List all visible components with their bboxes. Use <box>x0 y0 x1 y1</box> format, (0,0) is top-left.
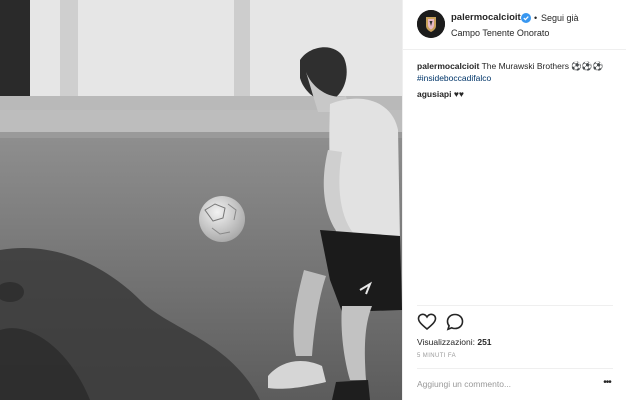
divider <box>417 305 613 306</box>
separator-dot: • <box>534 13 538 23</box>
post-caption: palermocalcioit The Murawski Brothers ⚽⚽… <box>417 60 617 84</box>
add-comment-input[interactable]: Aggiungi un commento... <box>417 378 587 390</box>
avatar[interactable] <box>417 10 445 38</box>
caption-emoji: ⚽⚽⚽ <box>571 61 604 71</box>
heart-icon[interactable] <box>417 312 437 332</box>
comment-text: ♥♥ <box>453 89 464 99</box>
comment-item: agusiapi ♥♥ <box>417 88 464 100</box>
post-timestamp[interactable]: 5 MINUTI FA <box>417 352 456 360</box>
verified-badge-icon <box>521 13 531 23</box>
post-location[interactable]: Campo Tenente Onorato <box>451 27 549 39</box>
divider <box>417 368 613 369</box>
more-options-icon[interactable]: ••• <box>599 378 615 390</box>
views-number: 251 <box>477 337 492 347</box>
caption-hashtag[interactable]: #insideboccadifalco <box>417 72 617 84</box>
caption-username[interactable]: palermocalcioit <box>417 61 479 71</box>
post-header: palermocalcioit • Segui già Campo Tenent… <box>403 0 626 50</box>
caption-text: The Murawski Brothers <box>481 61 569 71</box>
views-count: Visualizzazioni: 251 <box>417 336 492 348</box>
post-video[interactable] <box>0 0 402 400</box>
post-username[interactable]: palermocalcioit <box>451 12 521 24</box>
post-side-panel: palermocalcioit • Segui già Campo Tenent… <box>402 0 626 400</box>
views-label: Visualizzazioni: <box>417 337 475 347</box>
video-frame-image <box>0 0 402 400</box>
comment-bubble-icon[interactable] <box>445 312 465 332</box>
follow-button[interactable]: Segui già <box>541 12 579 24</box>
comment-username[interactable]: agusiapi <box>417 89 451 99</box>
